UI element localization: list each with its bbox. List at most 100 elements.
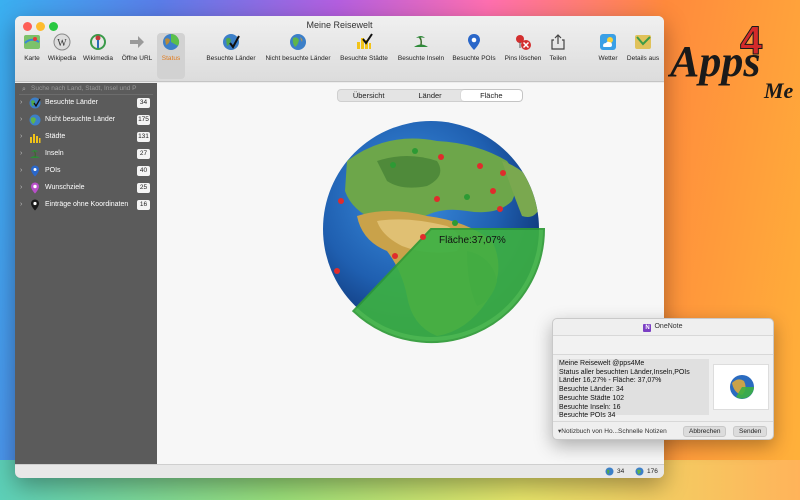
count-badge: 34 [137,98,150,108]
note-line: Status aller besuchten Länder,Inseln,POI… [559,368,690,376]
share-icon [551,34,565,50]
chevron-right-icon[interactable]: › [20,150,22,157]
toolbar-wikipedia-button[interactable]: W Wikipedia [45,33,79,79]
wishlist-icon [31,182,39,194]
toolbar-map-button[interactable]: Karte [19,33,45,79]
toolbar-weather-button[interactable]: Wetter [595,33,621,79]
toolbar-visited-pois-button[interactable]: Besuchte POIs [451,33,497,79]
toolbar-label: Besuchte POIs [452,55,496,62]
sidebar-item-label: Besuchte Länder [45,99,98,106]
onenote-note-text[interactable]: Meine Reisewelt @pps4Me Status aller bes… [557,359,709,419]
toolbar-details-button[interactable]: Details aus [625,33,661,79]
note-line: Besuchte POIs 34 [559,412,616,420]
count-badge: 16 [137,200,150,210]
onenote-preview-thumbnail [713,364,769,410]
sidebar-item-no-coordinates[interactable]: › Einträge ohne Koordinaten 16 [15,197,157,214]
chevron-right-icon[interactable]: › [20,167,22,174]
red-pin [338,198,344,204]
apps4me-logo: Apps 4 Me [668,19,794,104]
pin-icon [468,34,480,50]
island-icon [414,36,428,47]
toolbar-delete-pins-button[interactable]: Pins löschen [501,33,545,79]
sidebar-item-cities[interactable]: › Städte 131 [15,129,157,146]
segment-countries[interactable]: Länder [399,90,460,101]
red-pin [420,234,426,240]
toolbar-label: Besuchte Länder [206,55,256,62]
toolbar-visited-countries-button[interactable]: Besuchte Länder [205,33,257,79]
note-line: Besuchte Länder: 34 [559,386,624,394]
toolbar-visited-islands-button[interactable]: Besuchte Inseln [395,33,447,79]
location-pin-icon [31,199,39,211]
globe-icon [290,34,306,50]
count-badge: 131 [137,132,150,142]
onenote-header: N OneNote [553,319,773,335]
pin-icon [31,165,39,177]
sidebar-item-islands[interactable]: › Inseln 27 [15,146,157,163]
toolbar-unvisited-countries-button[interactable]: Nicht besuchte Länder [263,33,333,79]
toolbar-label: Besuchte Inseln [397,55,445,62]
red-pin [497,206,503,212]
chevron-right-icon[interactable]: › [20,184,22,191]
svg-text:W: W [57,38,67,49]
green-pin [464,194,470,200]
toolbar-label: Karte [24,55,40,62]
visited-globe-icon [223,34,240,50]
segment-overview[interactable]: Übersicht [338,90,399,101]
chevron-right-icon[interactable]: › [20,133,22,140]
logo-number-text: 4 [740,19,763,63]
sidebar: ⌕ Suche nach Land, Stadt, Insel und P › … [15,83,157,478]
send-button[interactable]: Senden [733,426,768,437]
red-pin [500,170,506,176]
globe-area-chart: Fläche:37,07% [323,121,546,343]
toolbar-open-url-button[interactable]: Öffne URL [119,33,155,79]
toolbar-status-button[interactable]: Status [157,33,185,79]
area-percentage-label: Fläche:37,07% [439,235,506,246]
red-pin [334,268,340,274]
status-total-countries: 176 [635,467,658,476]
onenote-toolbar-band [553,335,773,355]
toolbar-label: Pins löschen [504,55,542,62]
chevron-right-icon[interactable]: › [20,99,22,106]
island-icon [30,150,40,158]
toolbar-label: Öffne URL [121,55,153,62]
red-pin [392,253,398,259]
cancel-button[interactable]: Abbrechen [683,426,727,437]
sidebar-item-visited-countries[interactable]: › Besuchte Länder 34 [15,95,157,112]
toolbar-visited-cities-button[interactable]: Besuchte Städte [337,33,391,79]
notebook-selector[interactable]: ▾Notizbuch von Ho...Schnelle Notizen [558,427,667,435]
sidebar-item-label: Nicht besuchte Länder [45,116,116,123]
toolbar-share-button[interactable]: Teilen [545,33,571,79]
count-badge: 27 [137,149,150,159]
sidebar-search-input[interactable]: ⌕ Suche nach Land, Stadt, Insel und P [19,83,153,95]
wikimedia-icon [90,34,106,50]
city-icon [30,134,41,143]
visited-globe-icon [29,97,41,109]
chevron-right-icon[interactable]: › [20,201,22,208]
weather-icon [600,34,616,50]
onenote-icon: N [643,324,652,332]
note-line: Besuchte Inseln: 16 [559,403,621,411]
sidebar-item-label: Städte [45,133,66,140]
title-bar: Meine Reisewelt Karte W Wikipedia Wikime… [15,16,664,82]
red-pin [490,188,496,194]
sidebar-item-unvisited-countries[interactable]: › Nicht besuchte Länder 175 [15,112,157,129]
red-pin [477,163,483,169]
note-line: Länder 16,27% - Fläche: 37,07% [559,377,662,385]
red-pin [434,196,440,202]
note-line: Meine Reisewelt @pps4Me [559,360,645,367]
red-pin [438,154,444,160]
window-title: Meine Reisewelt [306,20,373,30]
toolbar-label: Nicht besuchte Länder [265,55,331,62]
status-globe-icon [163,33,180,50]
sidebar-item-wishlist[interactable]: › Wunschziele 25 [15,180,157,197]
toolbar-label: Details aus [626,55,660,62]
toolbar-wikimedia-button[interactable]: Wikimedia [81,33,115,79]
map-icon [24,35,40,49]
segment-area[interactable]: Fläche [460,90,522,101]
details-icon [635,35,651,49]
sidebar-item-pois[interactable]: › POIs 40 [15,163,157,180]
onenote-footer: ▾Notizbuch von Ho...Schnelle Notizen Abb… [553,421,773,439]
chevron-right-icon[interactable]: › [20,116,22,123]
count-badge: 40 [137,166,150,176]
delete-pins-icon [516,35,531,50]
